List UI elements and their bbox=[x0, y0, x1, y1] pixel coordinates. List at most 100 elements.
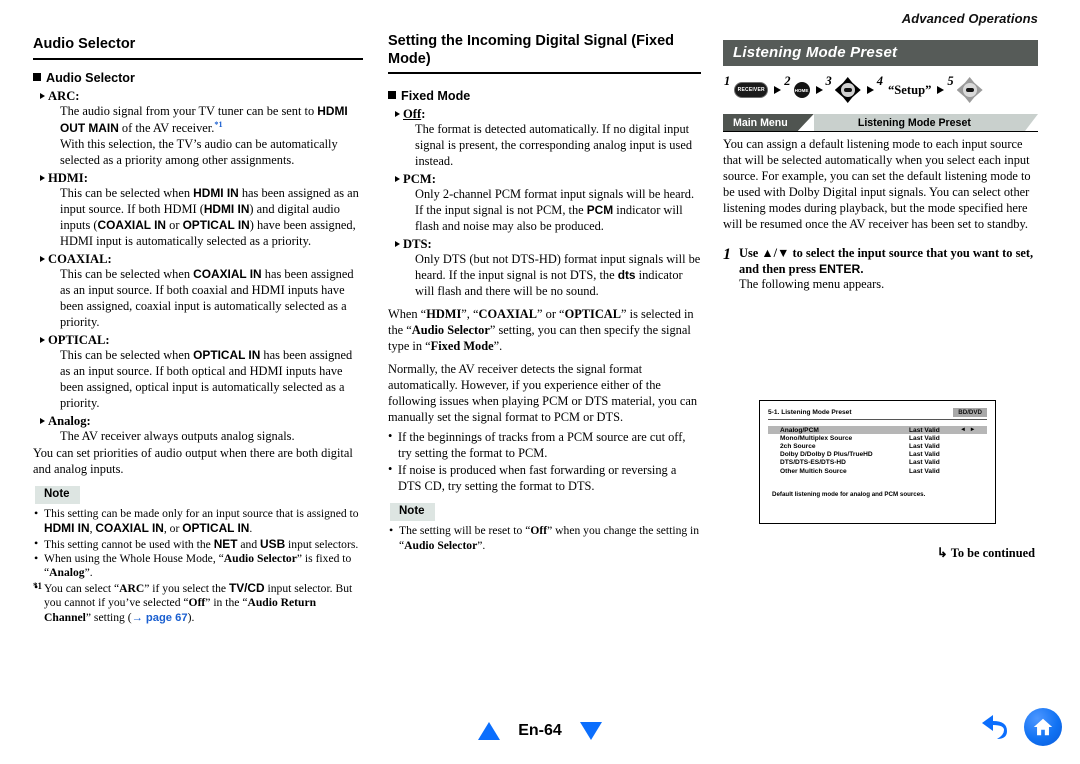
footer-nav-buttons bbox=[980, 708, 1062, 746]
left-note-list: This setting can be made only for an inp… bbox=[33, 506, 363, 626]
term-analog-body: The AV receiver always outputs analog si… bbox=[60, 429, 295, 444]
to-be-continued: ↳ To be continued bbox=[937, 545, 1035, 561]
osd-header: 5-1. Listening Mode Preset BD/DVD bbox=[768, 408, 987, 420]
term-label: PCM: bbox=[403, 172, 436, 187]
note-label: Note bbox=[35, 485, 80, 504]
term-optical: OPTICAL: bbox=[33, 332, 363, 348]
osd-row-carets-icon[interactable]: ◄ ► bbox=[960, 427, 977, 433]
breadcrumb-level-1[interactable]: Main Menu bbox=[723, 114, 798, 131]
triangle-right-icon bbox=[40, 93, 45, 100]
osd-title: 5-1. Listening Mode Preset bbox=[768, 409, 852, 416]
arrow-right-icon bbox=[815, 86, 823, 94]
to-be-continued-label: To be continued bbox=[950, 545, 1035, 560]
osd-row-value: Last Valid bbox=[909, 459, 940, 467]
osd-screenshot: 5-1. Listening Mode Preset BD/DVD Analog… bbox=[759, 400, 996, 524]
list-item: If noise is produced when fast forwardin… bbox=[388, 462, 701, 495]
setup-menu-label: “Setup” bbox=[888, 82, 932, 97]
receiver-button-icon[interactable]: RECEIVER bbox=[734, 82, 769, 98]
list-item: If the beginnings of tracks from a PCM s… bbox=[388, 429, 701, 462]
running-header: Advanced Operations bbox=[901, 11, 1038, 26]
osd-row-label: Mono/Multiplex Source bbox=[780, 434, 853, 442]
footnote-item: *1 You can select “ARC” if you select th… bbox=[33, 580, 363, 626]
home-icon[interactable] bbox=[1024, 708, 1062, 746]
mid-bullet-list: If the beginnings of tracks from a PCM s… bbox=[388, 429, 701, 495]
mid-subsection-label: Fixed Mode bbox=[401, 89, 471, 103]
term-arc-body: The audio signal from your TV tuner can … bbox=[60, 104, 348, 168]
osd-row-value: Last Valid bbox=[909, 451, 940, 459]
term-label: HDMI: bbox=[48, 171, 88, 186]
osd-row-value: Last Valid bbox=[909, 426, 940, 434]
term-dts: DTS: bbox=[388, 236, 701, 252]
term-label: COAXIAL: bbox=[48, 252, 112, 267]
triangle-down-icon[interactable] bbox=[579, 722, 602, 740]
mid-column: Fixed Mode Off: The format is detected a… bbox=[388, 88, 701, 553]
osd-row[interactable]: Mono/Multiplex Source Last Valid bbox=[768, 434, 987, 442]
right-title-bar: Listening Mode Preset bbox=[723, 40, 1038, 66]
step-number: 5 bbox=[947, 74, 954, 88]
note-item: This setting cannot be used with the NET… bbox=[33, 536, 363, 552]
term-dts-body: Only DTS (but not DTS-HD) format input s… bbox=[415, 252, 701, 299]
term-label: Analog: bbox=[48, 413, 91, 428]
osd-row[interactable]: DTS/DTS-ES/DTS-HD Last Valid bbox=[768, 459, 987, 467]
page-number: En-64 bbox=[518, 722, 562, 739]
term-label: DTS: bbox=[403, 237, 432, 252]
left-subsection-label: Audio Selector bbox=[46, 71, 135, 85]
note-label: Note bbox=[390, 503, 435, 522]
dpad-black-icon[interactable] bbox=[834, 77, 861, 103]
bullet-square-icon bbox=[388, 91, 396, 99]
osd-footer-text: Default listening mode for analog and PC… bbox=[772, 491, 926, 499]
breadcrumb-slant bbox=[1025, 114, 1038, 131]
page-reference-link[interactable]: → page 67 bbox=[132, 612, 188, 624]
term-hdmi-body: This can be selected when HDMI IN has be… bbox=[60, 186, 359, 249]
triangle-up-icon[interactable] bbox=[478, 722, 501, 740]
triangle-right-icon bbox=[40, 337, 45, 344]
updown-arrows-icon: ▲/▼ bbox=[761, 245, 790, 260]
note-item: This setting can be made only for an inp… bbox=[33, 506, 363, 537]
osd-row-value: Last Valid bbox=[909, 442, 940, 450]
mid-section-heading-wrap: Setting the Incoming Digital Signal (Fix… bbox=[388, 33, 701, 75]
triangle-right-icon bbox=[40, 417, 45, 424]
term-coaxial-body: This can be selected when COAXIAL IN has… bbox=[60, 267, 354, 330]
dpad-gray-icon[interactable] bbox=[956, 77, 983, 103]
step-number: 3 bbox=[825, 74, 832, 88]
term-pcm-body: Only 2-channel PCM format input signals … bbox=[415, 187, 695, 234]
step-number: 4 bbox=[876, 74, 883, 88]
mid-paragraph-1: When “HDMI”, “COAXIAL” or “OPTICAL” is s… bbox=[388, 307, 694, 353]
osd-source-badge: BD/DVD bbox=[953, 408, 987, 417]
triangle-right-icon bbox=[395, 241, 400, 248]
note-item: When using the Whole House Mode, “Audio … bbox=[33, 551, 363, 581]
arrow-right-icon bbox=[866, 86, 874, 94]
step-number: 2 bbox=[784, 74, 791, 88]
page-footer: En-64 bbox=[0, 722, 1080, 740]
home-button-icon[interactable]: HOME bbox=[793, 82, 810, 98]
mid-note-list: The setting will be reset to “Off” when … bbox=[388, 523, 701, 553]
osd-row-list: Analog/PCM Last Valid ◄ ► Mono/Multiplex … bbox=[768, 426, 987, 475]
triangle-right-icon bbox=[395, 176, 400, 183]
left-closing-paragraph: You can set priorities of audio output w… bbox=[33, 446, 353, 477]
right-column: Listening Mode Preset 1 RECEIVER 2 HOME … bbox=[723, 40, 1038, 560]
term-label: Off: bbox=[403, 107, 426, 122]
triangle-right-icon bbox=[40, 175, 45, 182]
osd-row-label: Other Multich Source bbox=[780, 467, 847, 475]
manual-page: Advanced Operations Audio Selector Audio… bbox=[0, 0, 1080, 764]
osd-row-label: 2ch Source bbox=[780, 442, 816, 450]
term-label: OPTICAL: bbox=[48, 333, 110, 348]
term-analog: Analog: bbox=[33, 413, 363, 429]
osd-row[interactable]: Analog/PCM Last Valid ◄ ► bbox=[768, 426, 987, 435]
osd-row[interactable]: Dolby D/Dolby D Plus/TrueHD Last Valid bbox=[768, 451, 987, 459]
term-off: Off: bbox=[388, 106, 701, 122]
arrow-right-icon bbox=[937, 86, 945, 94]
left-subsection-heading: Audio Selector bbox=[33, 70, 363, 86]
triangle-right-icon bbox=[40, 256, 45, 263]
triangle-right-icon bbox=[395, 111, 400, 118]
step-number: 1 bbox=[724, 74, 731, 88]
right-intro-paragraph: You can assign a default listening mode … bbox=[723, 137, 1031, 231]
osd-row[interactable]: Other Multich Source Last Valid bbox=[768, 467, 987, 475]
osd-row[interactable]: 2ch Source Last Valid bbox=[768, 442, 987, 450]
breadcrumb-level-2[interactable]: Listening Mode Preset bbox=[813, 114, 1025, 131]
operation-step-strip: 1 RECEIVER 2 HOME 3 4 “Setup” 5 bbox=[724, 74, 1038, 105]
back-arrow-icon[interactable] bbox=[980, 712, 1014, 742]
numbered-step-1: 1 Use ▲/▼ to select the input source tha… bbox=[723, 246, 1038, 294]
term-label: ARC: bbox=[48, 89, 80, 104]
osd-row-label: Analog/PCM bbox=[780, 426, 819, 434]
